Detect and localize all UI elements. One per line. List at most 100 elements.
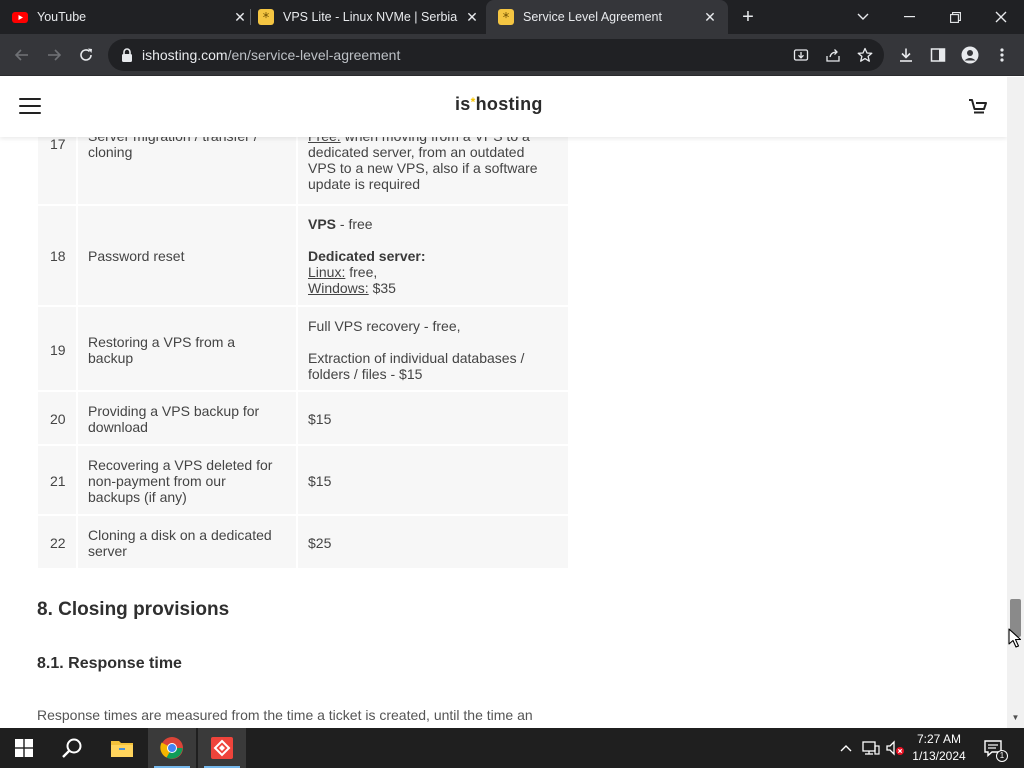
restore-button[interactable] (932, 0, 978, 34)
ishosting-icon: * (258, 9, 274, 25)
browser-menu-button[interactable] (990, 43, 1014, 67)
page-viewport: 17 Server migration / transfer / cloning… (0, 77, 1007, 728)
side-panel-icon (930, 48, 946, 62)
tab-youtube[interactable]: YouTube ✕ (12, 0, 248, 34)
logo-star: * (470, 95, 476, 109)
cost-description: $15 (308, 411, 332, 427)
new-tab-button[interactable]: + (738, 7, 758, 27)
site-header: is*hosting (0, 77, 1007, 137)
volume-tray-icon[interactable] (884, 728, 906, 768)
service-name: Restoring a VPS from a backup (88, 334, 236, 366)
youtube-icon (12, 12, 28, 23)
tab-search-button[interactable] (840, 0, 886, 34)
action-center-button[interactable] (978, 728, 1008, 768)
more-vertical-icon (1000, 48, 1004, 62)
arrow-left-icon (14, 49, 28, 61)
clock-date: 1/13/2024 (912, 749, 966, 763)
arrow-right-icon (48, 49, 62, 61)
close-tab-icon[interactable]: ✕ (464, 9, 480, 25)
windows-taskbar: 7:27 AM 1/13/2024 1 (0, 728, 1024, 768)
address-bar[interactable]: ishosting.com/en/service-level-agreement (108, 39, 884, 71)
table-cell-cost: $15 (298, 446, 568, 514)
cart-icon[interactable] (968, 98, 988, 116)
table-cell-number: 17 (38, 129, 76, 204)
site-logo[interactable]: is*hosting (455, 94, 543, 115)
row-number: 18 (50, 248, 66, 264)
close-window-button[interactable] (978, 0, 1024, 34)
section-heading-closing-provisions: 8. Closing provisions (37, 599, 230, 620)
network-tray-icon[interactable] (860, 728, 882, 768)
row-number: 22 (50, 535, 66, 551)
mouse-cursor-icon (1008, 628, 1022, 648)
profile-icon (961, 46, 979, 64)
download-icon (900, 48, 912, 62)
install-app-icon[interactable] (792, 46, 810, 64)
table-cell-cost: Full VPS recovery - free, Extraction of … (298, 307, 568, 390)
table-cell-service: Cloning a disk on a dedicated server (78, 516, 296, 568)
table-row: 21 Recovering a VPS deleted for non-paym… (38, 446, 568, 514)
cost-description: VPS - free Dedicated server: Linux: free… (308, 216, 426, 296)
minimize-button[interactable] (886, 0, 932, 34)
side-panel-button[interactable] (926, 43, 950, 67)
table-row: 18 Password reset VPS - free Dedicated s… (38, 206, 568, 305)
table-cell-number: 18 (38, 206, 76, 305)
close-tab-icon[interactable]: ✕ (702, 9, 718, 25)
start-button[interactable] (0, 728, 48, 768)
table-cell-service: Recovering a VPS deleted for non-payment… (78, 446, 296, 514)
svg-text:*: * (263, 11, 270, 25)
tab-service-level-agreement[interactable]: * Service Level Agreement ✕ (486, 0, 728, 34)
service-name: Password reset (88, 248, 185, 264)
svg-text:*: * (503, 11, 510, 25)
back-button[interactable] (10, 43, 34, 67)
row-number: 21 (50, 473, 66, 489)
taskbar-file-explorer[interactable] (98, 728, 146, 768)
table-cell-number: 21 (38, 446, 76, 514)
browser-tab-strip: YouTube ✕ * VPS Lite - Linux NVMe | Serb… (0, 0, 1024, 34)
lock-icon[interactable] (120, 47, 134, 63)
section-heading-response-time: 8.1. Response time (37, 655, 182, 672)
url-path: /en/service-level-agreement (227, 47, 401, 63)
cost-description: $15 (308, 473, 332, 489)
search-icon (62, 738, 82, 758)
tab-separator (250, 9, 251, 25)
bookmark-star-icon[interactable] (856, 46, 874, 64)
forward-button[interactable] (42, 43, 66, 67)
tab-vps-lite[interactable]: * VPS Lite - Linux NVMe | Serbia | ( ✕ (258, 0, 480, 34)
table-row: 20 Providing a VPS backup for download $… (38, 392, 568, 444)
show-hidden-icons-button[interactable] (836, 728, 856, 768)
reload-button[interactable] (74, 43, 98, 67)
windows-start-icon (15, 739, 33, 757)
restore-icon (949, 11, 961, 23)
chevron-down-icon (857, 13, 869, 20)
table-cell-cost: Free: when moving from a VPS to a dedica… (298, 128, 568, 204)
volume-muted-icon (886, 740, 904, 756)
table-cell-service: Providing a VPS backup for download (78, 392, 296, 444)
menu-hamburger-icon[interactable] (19, 98, 41, 115)
profile-button[interactable] (958, 43, 982, 67)
scroll-down-arrow-icon[interactable]: ▼ (1011, 713, 1020, 722)
browser-toolbar: ishosting.com/en/service-level-agreement (0, 34, 1024, 76)
table-cell-number: 22 (38, 516, 76, 568)
service-name: Recovering a VPS deleted for non-payment… (88, 457, 273, 505)
taskbar-anydesk[interactable] (198, 728, 246, 768)
cost-description: Full VPS recovery - free, Extraction of … (308, 318, 525, 382)
close-tab-icon[interactable]: ✕ (232, 9, 248, 25)
table-row: 19 Restoring a VPS from a backup Full VP… (38, 307, 568, 390)
service-name: Providing a VPS backup for download (88, 403, 260, 435)
taskbar-search-button[interactable] (48, 728, 96, 768)
clock-time: 7:27 AM (916, 732, 962, 746)
row-number: 19 (50, 342, 66, 358)
url-text: ishosting.com/en/service-level-agreement (142, 47, 400, 63)
url-host: ishosting.com (142, 47, 228, 63)
downloads-button[interactable] (894, 43, 918, 67)
folder-icon (111, 741, 133, 757)
close-icon (995, 11, 1007, 23)
taskbar-clock[interactable]: 7:27 AM 1/13/2024 (908, 731, 970, 765)
table-cell-service: Password reset (78, 206, 296, 305)
taskbar-chrome[interactable] (148, 728, 196, 768)
table-cell-cost: $25 (298, 516, 568, 568)
table-cell-cost: $15 (298, 392, 568, 444)
share-icon[interactable] (824, 46, 842, 64)
row-number: 20 (50, 411, 66, 427)
table-cell-number: 19 (38, 307, 76, 390)
